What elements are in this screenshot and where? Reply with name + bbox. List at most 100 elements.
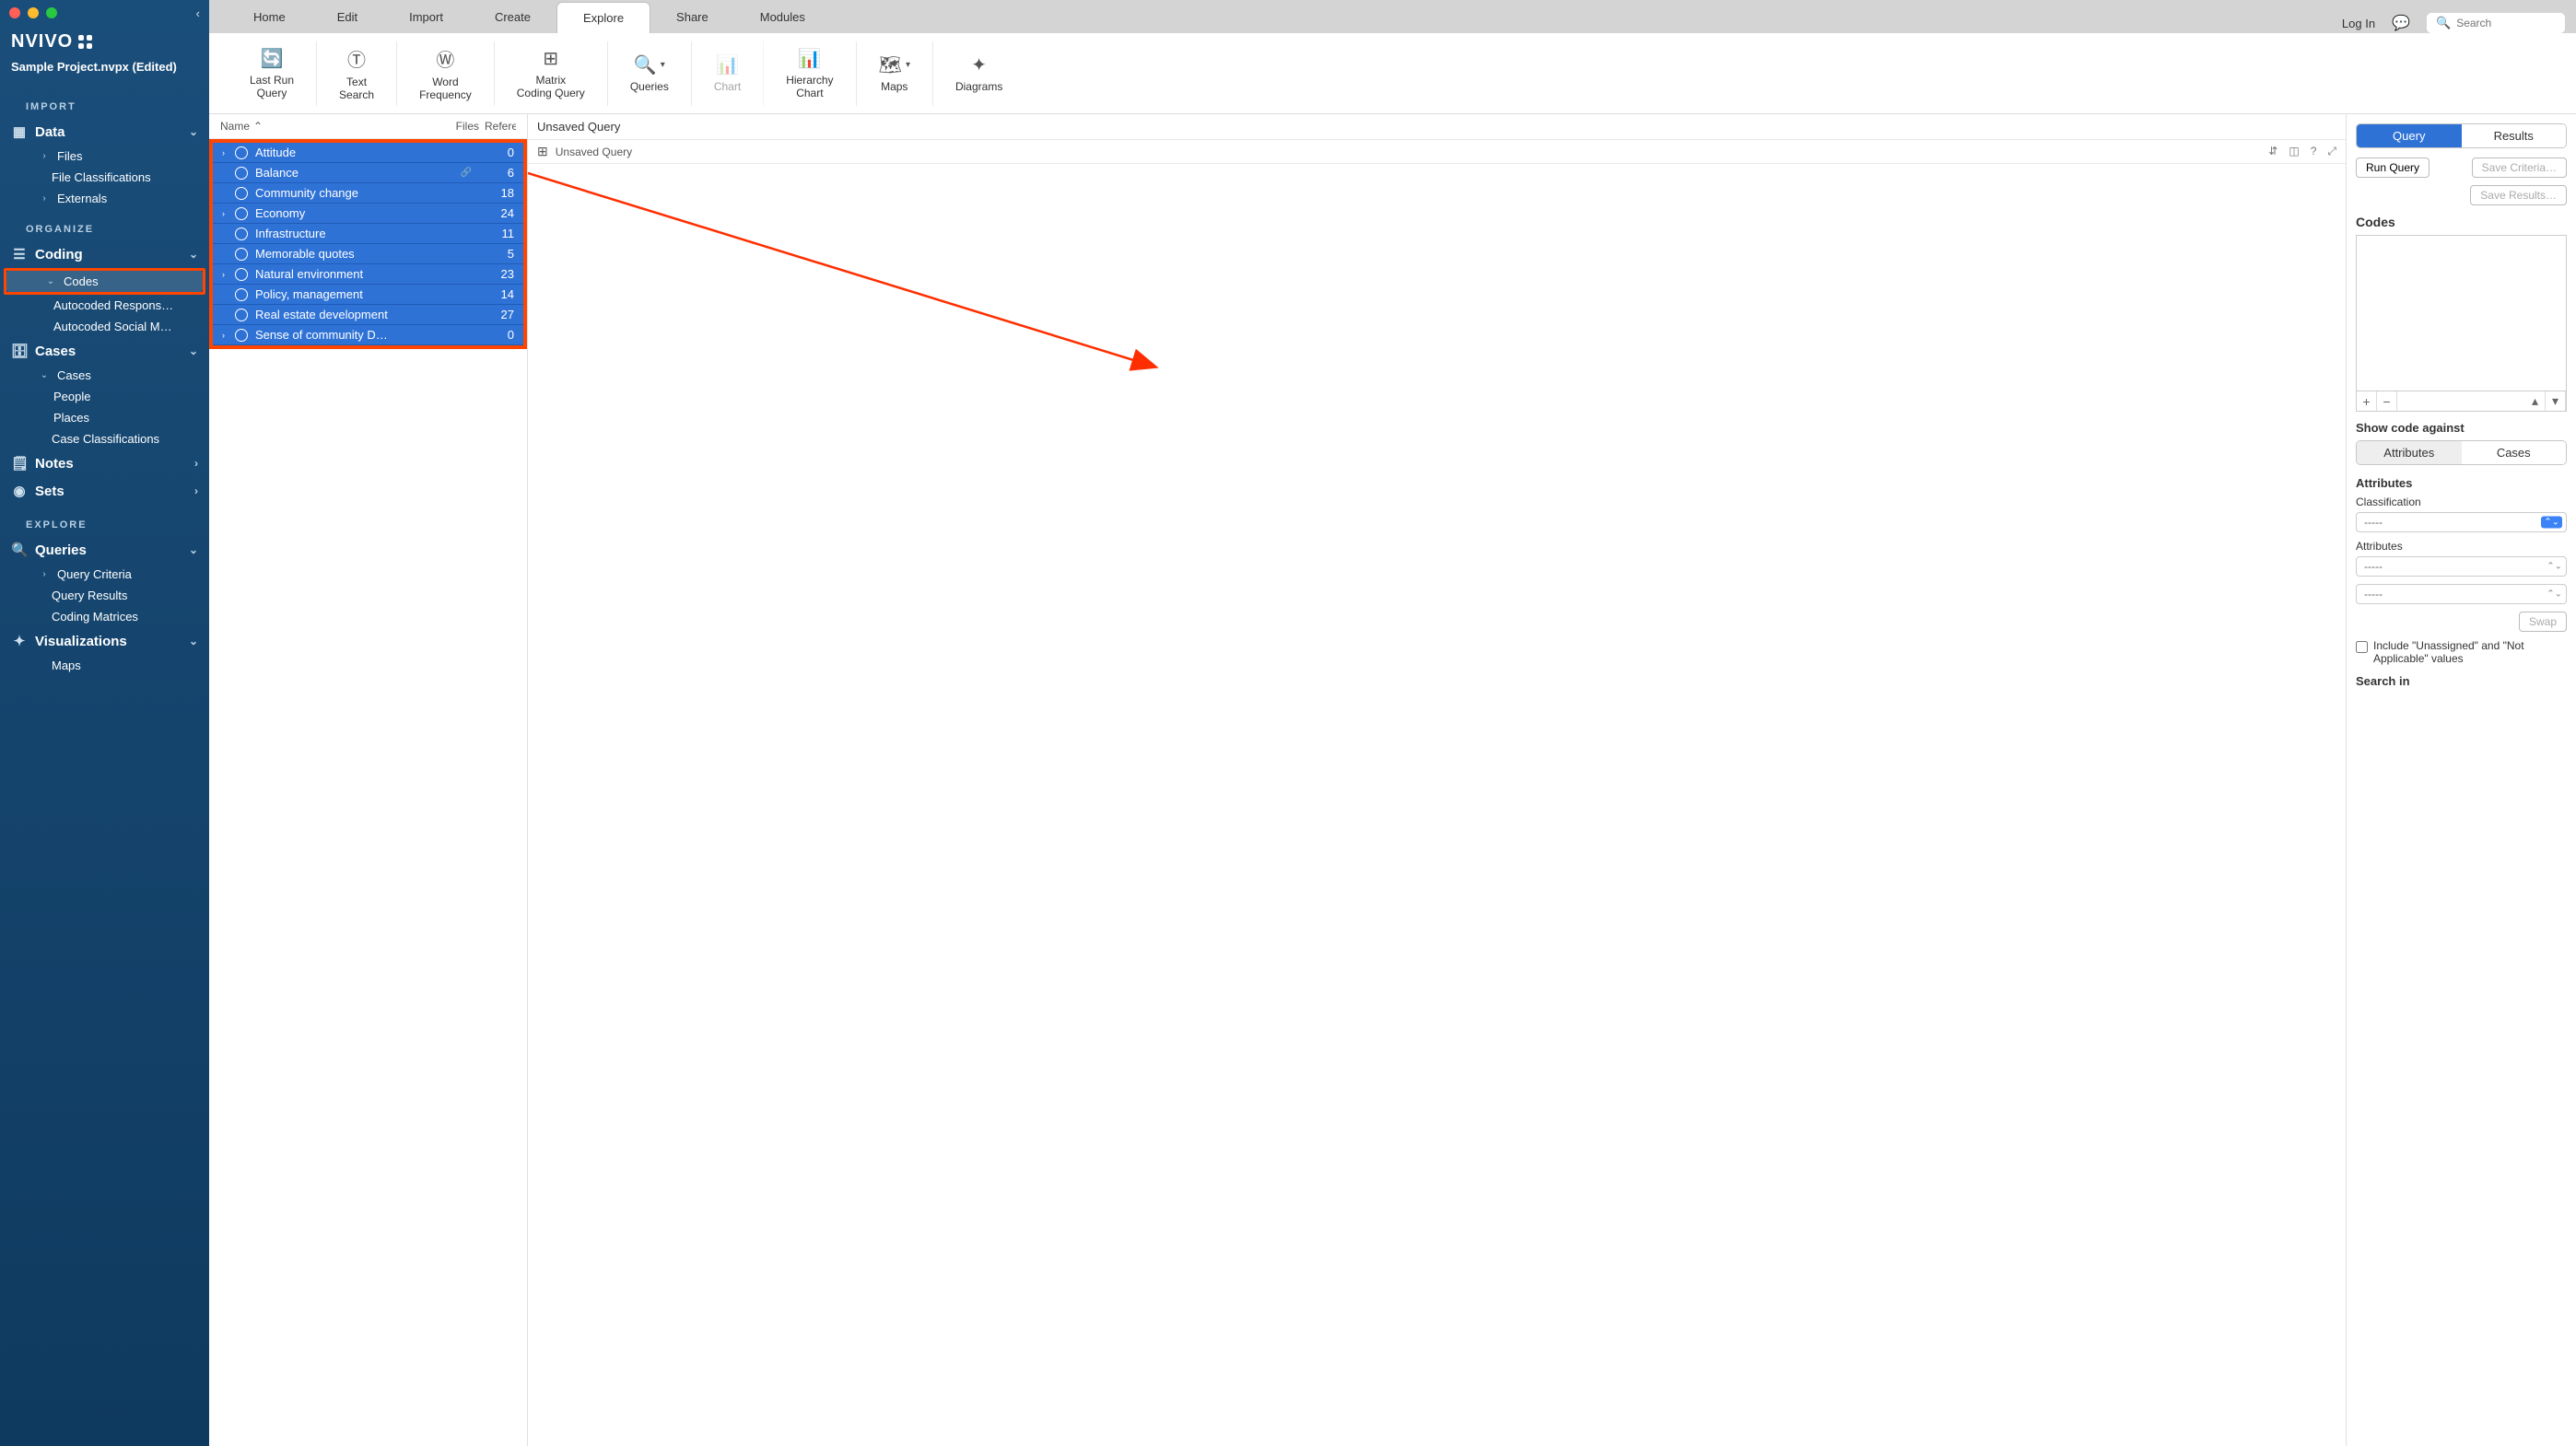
ribbon-icon: Ⓦ [436, 45, 454, 72]
code-row[interactable]: Memorable quotes5 [213, 244, 523, 264]
attribute-select-1[interactable]: -----⌃⌄ [2356, 556, 2567, 577]
share-icon[interactable]: ⇵ [2268, 145, 2277, 158]
queries-icon: 🔍 [11, 542, 28, 558]
nav-query-results[interactable]: Query Results [0, 585, 209, 606]
tab-create[interactable]: Create [469, 2, 556, 33]
save-results-button[interactable]: Save Results… [2470, 185, 2567, 205]
chevron-right-icon: › [39, 193, 50, 204]
code-row[interactable]: Policy, management14 [213, 285, 523, 305]
tab-share[interactable]: Share [650, 2, 734, 33]
codes-dropzone[interactable] [2356, 235, 2567, 391]
seg-cases[interactable]: Cases [2462, 441, 2567, 464]
nav-externals[interactable]: › Externals [0, 188, 209, 209]
nav-coding-matrices[interactable]: Coding Matrices [0, 606, 209, 627]
chevron-right-icon: › [39, 151, 50, 161]
code-row[interactable]: ›Attitude0 [213, 143, 523, 163]
nav-maps[interactable]: Maps [0, 655, 209, 676]
nav-files[interactable]: › Files [0, 146, 209, 167]
nav-file-classifications[interactable]: File Classifications [0, 167, 209, 188]
col-references[interactable]: Referen [479, 120, 516, 133]
expand-icon[interactable]: ⤢ [2327, 145, 2336, 158]
nav-sets[interactable]: ◉ Sets › [0, 477, 209, 505]
nav-places[interactable]: Places [0, 407, 209, 428]
chevron-right-icon[interactable]: › [222, 270, 235, 279]
comment-icon[interactable]: 💬 [2392, 14, 2410, 32]
nav-codes[interactable]: ⌄ Codes [6, 271, 203, 292]
nav-autocoded-responses[interactable]: Autocoded Respons… [0, 295, 209, 316]
nav-cases-item[interactable]: ⌄ Cases [0, 365, 209, 386]
ribbon-diagrams[interactable]: ✦Diagrams [933, 41, 1025, 106]
code-files-count: 5 [477, 247, 514, 261]
login-link[interactable]: Log In [2342, 17, 2375, 30]
code-row[interactable]: Community change18 [213, 183, 523, 204]
move-down-button[interactable]: ▾ [2546, 391, 2566, 411]
visualizations-icon: ✦ [11, 633, 28, 649]
nav-notes[interactable]: 🗒 Notes › [0, 449, 209, 477]
tab-import[interactable]: Import [383, 2, 469, 33]
attribute-select-2[interactable]: -----⌃⌄ [2356, 584, 2567, 604]
nav-query-criteria[interactable]: › Query Criteria [0, 564, 209, 585]
panel-toggle-icon[interactable]: ◫ [2289, 145, 2299, 158]
collapse-sidebar-icon[interactable]: ‹ [196, 6, 200, 20]
ribbon-queries[interactable]: 🔍 ▾Queries [608, 41, 692, 106]
chevron-down-icon: ⌄ [189, 344, 198, 357]
nav-visualizations[interactable]: ✦ Visualizations ⌄ [0, 627, 209, 655]
search-input[interactable] [2456, 17, 2556, 29]
code-name: Policy, management [255, 287, 477, 301]
minimize-window[interactable] [28, 7, 39, 18]
ribbon-matrix-coding-query[interactable]: ⊞MatrixCoding Query [495, 41, 608, 106]
ribbon-text-search[interactable]: ⓉTextSearch [317, 41, 397, 106]
tab-modules[interactable]: Modules [734, 2, 831, 33]
remove-code-button[interactable]: − [2377, 391, 2397, 411]
code-row[interactable]: ›Economy24 [213, 204, 523, 224]
seg-results[interactable]: Results [2462, 124, 2567, 147]
ribbon-hierarchy-chart[interactable]: 📊HierarchyChart [764, 41, 856, 106]
ribbon-icon: 📊 [716, 53, 739, 76]
nav-coding[interactable]: ☰ Coding ⌄ [0, 240, 209, 268]
ribbon-last-run-query[interactable]: 🔄Last RunQuery [228, 41, 317, 106]
move-up-button[interactable]: ▴ [2525, 391, 2546, 411]
code-name: Memorable quotes [255, 247, 477, 261]
code-files-count: 14 [477, 287, 514, 301]
nav-case-classifications[interactable]: Case Classifications [0, 428, 209, 449]
brand-text: NVIVO [11, 31, 73, 52]
nav-data[interactable]: ▦ Data ⌄ [0, 118, 209, 146]
ribbon: 🔄Last RunQueryⓉTextSearchⓌWordFrequency⊞… [209, 33, 2576, 114]
ribbon-word-frequency[interactable]: ⓌWordFrequency [397, 41, 495, 106]
search-box[interactable]: 🔍 [2427, 13, 2565, 33]
code-row[interactable]: ›Natural environment23 [213, 264, 523, 285]
col-files[interactable]: Files [433, 120, 479, 133]
nav-queries[interactable]: 🔍 Queries ⌄ [0, 536, 209, 564]
classification-select[interactable]: -----⌃⌄ [2356, 512, 2567, 532]
code-row[interactable]: Real estate development27 [213, 305, 523, 325]
nav-cases[interactable]: 🗄 Cases ⌄ [0, 337, 209, 365]
seg-query[interactable]: Query [2357, 124, 2462, 147]
detail-title: Unsaved Query [528, 114, 2346, 140]
maximize-window[interactable] [46, 7, 57, 18]
swap-button[interactable]: Swap [2519, 612, 2567, 632]
add-code-button[interactable]: + [2357, 391, 2377, 411]
code-row[interactable]: ›Sense of community D…0 [213, 325, 523, 345]
chevron-down-icon: ⌄ [189, 543, 198, 556]
include-unassigned-checkbox[interactable] [2356, 641, 2368, 653]
tab-home[interactable]: Home [228, 2, 311, 33]
ribbon-maps[interactable]: 🗺 ▾Maps [857, 41, 933, 106]
tab-explore[interactable]: Explore [556, 2, 650, 33]
chevron-right-icon[interactable]: › [222, 209, 235, 218]
nav-autocoded-social[interactable]: Autocoded Social M… [0, 316, 209, 337]
chevron-right-icon[interactable]: › [222, 148, 235, 157]
nav-people[interactable]: People [0, 386, 209, 407]
help-icon[interactable]: ? [2311, 145, 2317, 158]
col-name[interactable]: Name ⌃ [220, 120, 433, 133]
close-window[interactable] [9, 7, 20, 18]
code-circle-icon [235, 146, 248, 159]
chevron-right-icon[interactable]: › [222, 331, 235, 340]
nav-case-class-label: Case Classifications [52, 432, 159, 446]
save-criteria-button[interactable]: Save Criteria… [2472, 157, 2567, 178]
tab-edit[interactable]: Edit [311, 2, 383, 33]
code-row[interactable]: Infrastructure11 [213, 224, 523, 244]
seg-attributes[interactable]: Attributes [2357, 441, 2462, 464]
detail-tab-label[interactable]: Unsaved Query [556, 146, 632, 158]
code-row[interactable]: Balance🔗6 [213, 163, 523, 183]
run-query-button[interactable]: Run Query [2356, 157, 2430, 178]
